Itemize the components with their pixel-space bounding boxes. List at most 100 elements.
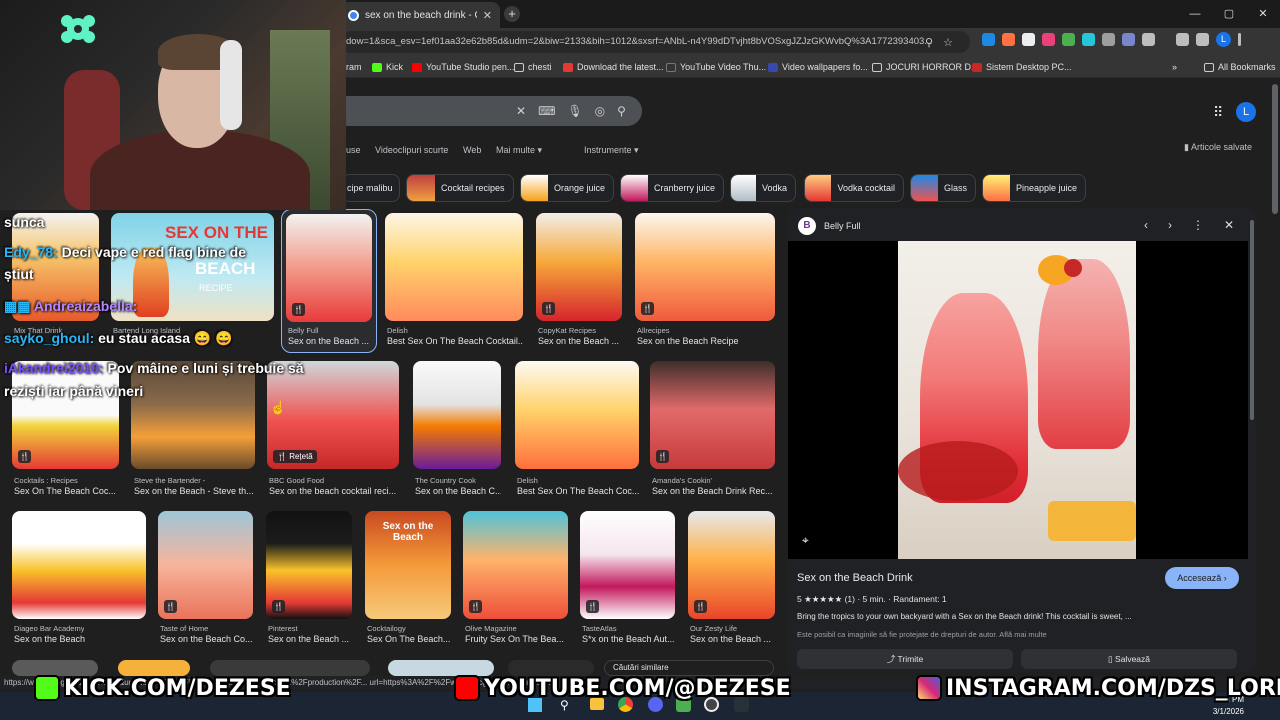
image-result[interactable]	[385, 213, 523, 321]
result-title[interactable]: Sex on the beach cocktail reci...	[269, 486, 399, 496]
save-button[interactable]: ▯ Salvează	[1021, 649, 1237, 669]
bookmark-item[interactable]: Video wallpapers fo...	[768, 56, 868, 78]
puzzle-icon[interactable]	[1142, 33, 1155, 46]
tab-close-icon[interactable]: ✕	[483, 9, 492, 22]
result-title[interactable]: Sex on the Beach - Steve th...	[134, 486, 254, 496]
result-title[interactable]: Sex on the Beach Recipe	[637, 336, 775, 346]
all-bookmarks[interactable]: All Bookmarks	[1204, 56, 1276, 78]
bookmark-item[interactable]: Download the latest...	[563, 56, 664, 78]
result-title[interactable]: Sex on the Beach	[14, 634, 144, 644]
bookmark-item[interactable]: ram	[346, 56, 362, 78]
chip[interactable]: cipe malibu	[342, 174, 400, 202]
tools-button[interactable]: Instrumente ▾	[584, 145, 639, 156]
chip[interactable]: Glass	[910, 174, 976, 202]
image-result[interactable]: 🍴	[650, 361, 775, 469]
bookmark-folder[interactable]: chesti	[514, 56, 552, 78]
image-result[interactable]: 🍴	[463, 511, 568, 619]
extension-icon[interactable]	[1022, 33, 1035, 46]
extension-icon[interactable]	[1122, 33, 1135, 46]
result-title[interactable]: Sex On The Beach Coc...	[14, 486, 120, 496]
preview-image[interactable]: ⌖	[788, 241, 1248, 559]
extension-icon[interactable]	[1062, 33, 1075, 46]
profile-avatar[interactable]: L	[1216, 32, 1231, 47]
bookmark-item[interactable]: YouTube Studio pen...	[412, 56, 514, 78]
account-avatar[interactable]: L	[1236, 102, 1256, 122]
bookmark-folder[interactable]: JOCURI HORROR D...	[872, 56, 979, 78]
download-icon[interactable]	[1176, 33, 1189, 46]
minimize-button[interactable]: —	[1178, 0, 1212, 28]
bookmark-item[interactable]: Kick	[372, 56, 403, 78]
image-result[interactable]: Sex on the Beach	[365, 511, 451, 619]
playlist-icon[interactable]	[1196, 33, 1209, 46]
page-scrollbar[interactable]	[1272, 84, 1278, 214]
chip[interactable]: Cocktail recipes	[406, 174, 514, 202]
image-result[interactable]	[515, 361, 639, 469]
browser-tab[interactable]: sex on the beach drink - Căuta ✕	[340, 2, 500, 28]
result-title[interactable]: Sex on the Beach Drink Rec...	[652, 486, 774, 496]
result-title[interactable]: Best Sex On The Beach Cocktail...	[387, 336, 523, 346]
visit-button[interactable]: Accesează ›	[1165, 567, 1239, 589]
previous-icon[interactable]: ‹	[1144, 218, 1148, 232]
panel-scrollbar[interactable]	[1250, 220, 1254, 420]
image-result[interactable]: 🍴	[158, 511, 253, 619]
bookmark-star-icon[interactable]: ☆	[943, 36, 953, 49]
extension-icon[interactable]	[1002, 33, 1015, 46]
extension-icon[interactable]	[982, 33, 995, 46]
image-result[interactable]: 🍴	[536, 213, 622, 321]
tab-images[interactable]: use	[346, 145, 361, 155]
keyboard-icon[interactable]: ⌨	[538, 104, 555, 118]
result-title[interactable]: Sex on the Beach Co...	[160, 634, 254, 644]
image-result[interactable]	[12, 511, 146, 619]
chip[interactable]: Pineapple juice	[982, 174, 1086, 202]
next-icon[interactable]: ›	[1168, 218, 1172, 232]
close-preview-icon[interactable]: ✕	[1224, 218, 1234, 232]
chip[interactable]: Vodka cocktail	[804, 174, 904, 202]
image-result[interactable]: 🍴	[635, 213, 775, 321]
tab-web[interactable]: Web	[463, 145, 481, 155]
result-title[interactable]: S*x on the Beach Aut...	[582, 634, 676, 644]
zoom-icon[interactable]: ⚲	[925, 36, 933, 49]
extension-icon[interactable]	[1042, 33, 1055, 46]
tab-short-videos[interactable]: Videoclipuri scurte	[375, 145, 448, 155]
result-title[interactable]: Sex On The Beach...	[367, 634, 453, 644]
search-icon[interactable]: ⚲	[617, 104, 626, 118]
chip[interactable]: Orange juice	[520, 174, 614, 202]
result-title[interactable]: Sex on the Beach ...	[690, 634, 776, 644]
result-title[interactable]: Sex on the Beach ...	[538, 336, 624, 346]
chip[interactable]: Vodka	[730, 174, 796, 202]
chip[interactable]: Cranberry juice	[620, 174, 724, 202]
image-result[interactable]: 🍴	[688, 511, 775, 619]
image-result[interactable]	[413, 361, 501, 469]
result-title[interactable]: Fruity Sex On The Bea...	[465, 634, 569, 644]
selected-result[interactable]: 🍴 Belly Full Sex on the Beach ...	[281, 209, 377, 353]
more-options-icon[interactable]: ⋮	[1192, 218, 1204, 232]
address-bar[interactable]: dow=1&sca_esv=1ef01aa32e62b85d&udm=2&biw…	[340, 31, 970, 53]
share-button[interactable]: ⤴ Trimite	[797, 649, 1013, 669]
result-title[interactable]: Best Sex On The Beach Coc...	[517, 486, 639, 496]
microphone-icon[interactable]: 🎙	[567, 104, 582, 118]
lens-icon[interactable]: ◎	[595, 104, 605, 118]
result-title[interactable]: Sex on the Beach ...	[288, 336, 374, 346]
google-apps-icon[interactable]: ⠿	[1213, 104, 1223, 121]
image-result[interactable]	[131, 361, 255, 469]
bookmark-item[interactable]: Sistem Desktop PC...	[972, 56, 1072, 78]
image-result[interactable]: 🍴	[266, 511, 352, 619]
new-tab-button[interactable]: +	[504, 6, 520, 22]
image-result[interactable]: 🍴	[580, 511, 675, 619]
clear-search-icon[interactable]: ✕	[516, 104, 526, 118]
extension-icon[interactable]	[1082, 33, 1095, 46]
close-window-button[interactable]: ✕	[1246, 0, 1280, 28]
lens-icon[interactable]: ⌖	[802, 533, 809, 548]
extension-icon[interactable]	[1102, 33, 1115, 46]
result-title[interactable]: Sex on the Beach ...	[268, 634, 354, 644]
image-result[interactable]: 🍴	[12, 361, 119, 469]
maximize-button[interactable]: ▢	[1212, 0, 1246, 28]
image-result[interactable]: 🍴	[286, 214, 372, 322]
tab-more[interactable]: Mai multe ▾	[496, 145, 542, 156]
saved-articles-link[interactable]: ▮ Articole salvate	[1184, 142, 1252, 153]
result-title[interactable]: Sex on the Beach C...	[415, 486, 501, 496]
preview-title[interactable]: Sex on the Beach Drink	[797, 572, 913, 584]
more-bookmarks-icon[interactable]: »	[1172, 56, 1177, 78]
image-result[interactable]: 🍴 Rețetă	[267, 361, 399, 469]
kebab-menu-icon[interactable]	[1238, 33, 1241, 46]
